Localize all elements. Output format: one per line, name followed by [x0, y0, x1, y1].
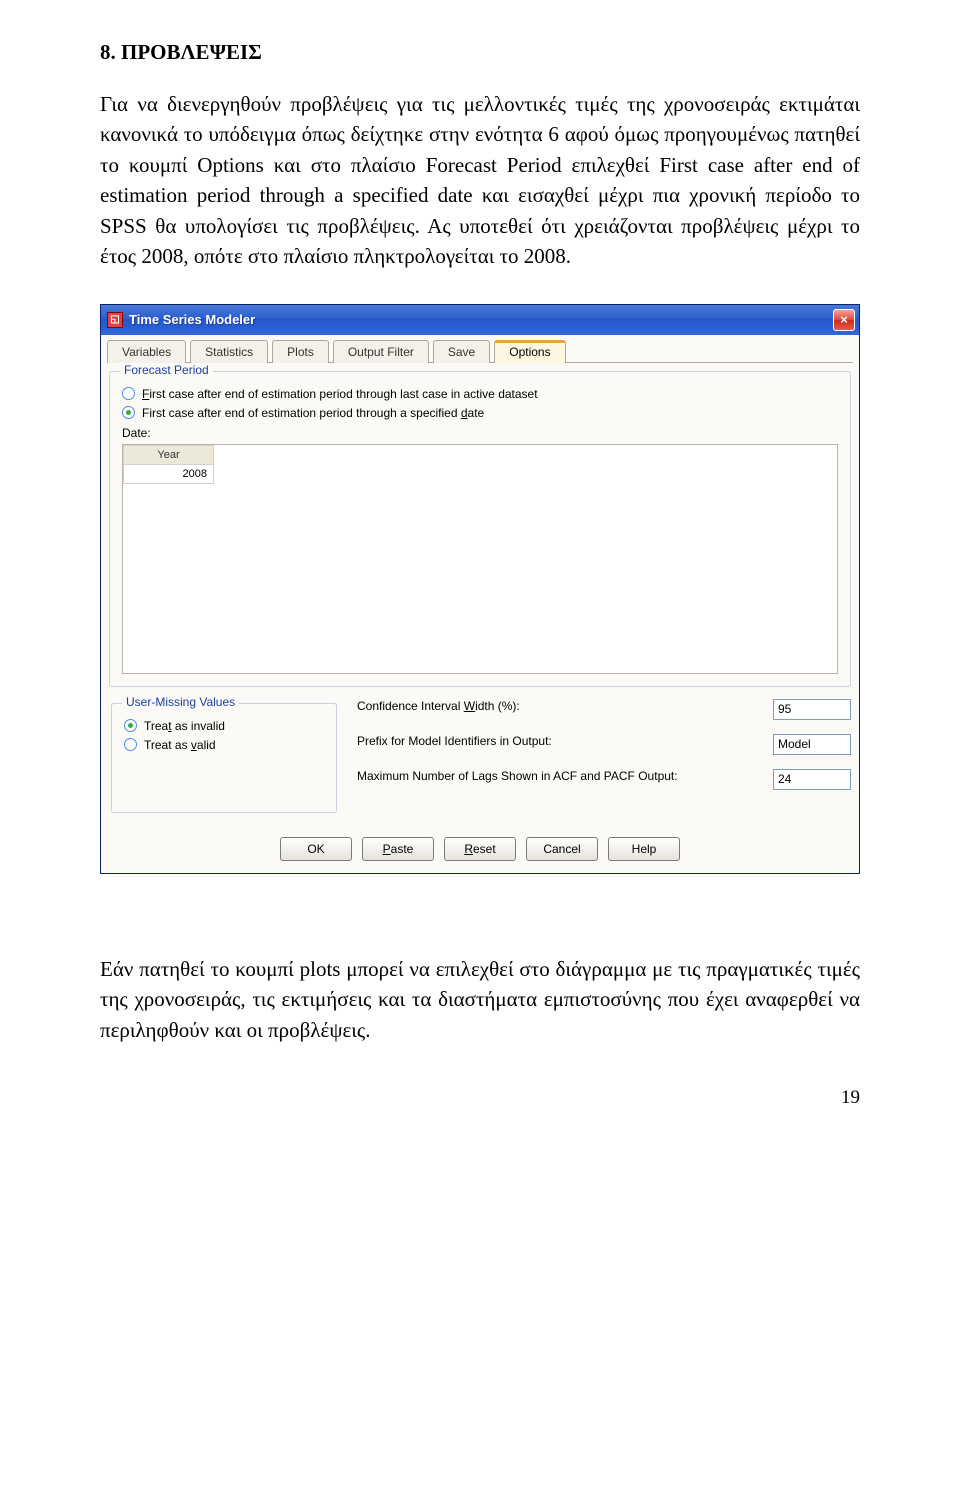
forecast-period-group: Forecast Period First case after end of … [109, 371, 851, 687]
page-number: 19 [0, 1077, 960, 1129]
cancel-button[interactable]: Cancel [526, 837, 598, 861]
dialog-window: ◱ Time Series Modeler × Variables Statis… [100, 304, 860, 874]
date-label: Date: [122, 426, 838, 440]
forecast-opt-last-case[interactable]: First case after end of estimation perio… [122, 387, 838, 401]
ci-width-label: Confidence Interval Width (%): [357, 699, 773, 715]
prefix-label: Prefix for Model Identifiers in Output: [357, 734, 773, 750]
titlebar[interactable]: ◱ Time Series Modeler × [101, 305, 859, 335]
tab-output-filter[interactable]: Output Filter [333, 340, 429, 363]
forecast-period-legend: Forecast Period [120, 363, 213, 377]
tab-save[interactable]: Save [433, 340, 490, 363]
tab-options[interactable]: Options [494, 340, 565, 363]
tab-statistics[interactable]: Statistics [190, 340, 268, 363]
paragraph-2: Εάν πατηθεί το κουμπί plots μπορεί να επ… [100, 954, 860, 1045]
ok-button[interactable]: OK [280, 837, 352, 861]
tab-strip: Variables Statistics Plots Output Filter… [107, 339, 853, 363]
window-title: Time Series Modeler [129, 312, 833, 327]
radio-label: Treat as invalid [144, 719, 225, 733]
prefix-input[interactable] [773, 734, 851, 755]
missing-opt-valid[interactable]: Treat as valid [124, 738, 324, 752]
section-heading: 8. ΠΡΟΒΛΕΨΕΙΣ [100, 40, 860, 65]
reset-button[interactable]: Reset [444, 837, 516, 861]
radio-label: Treat as valid [144, 738, 216, 752]
max-lags-input[interactable] [773, 769, 851, 790]
radio-label: First case after end of estimation perio… [142, 387, 538, 401]
date-grid[interactable]: Year 2008 [122, 444, 838, 674]
tab-variables[interactable]: Variables [107, 340, 186, 363]
year-column-header: Year [124, 445, 214, 464]
user-missing-legend: User-Missing Values [122, 695, 239, 709]
year-cell[interactable]: 2008 [124, 464, 214, 483]
ci-width-input[interactable] [773, 699, 851, 720]
user-missing-group: User-Missing Values Treat as invalid Tre… [111, 703, 337, 813]
paragraph-1: Για να διενεργηθούν προβλέψεις για τις μ… [100, 89, 860, 272]
radio-label: First case after end of estimation perio… [142, 406, 484, 420]
app-icon: ◱ [107, 312, 123, 328]
radio-icon [122, 406, 135, 419]
paste-button[interactable]: Paste [362, 837, 434, 861]
forecast-opt-specified-date[interactable]: First case after end of estimation perio… [122, 406, 838, 420]
missing-opt-invalid[interactable]: Treat as invalid [124, 719, 324, 733]
tab-plots[interactable]: Plots [272, 340, 329, 363]
max-lags-label: Maximum Number of Lags Shown in ACF and … [357, 769, 773, 785]
help-button[interactable]: Help [608, 837, 680, 861]
close-icon[interactable]: × [833, 309, 855, 331]
radio-icon [124, 738, 137, 751]
radio-icon [124, 719, 137, 732]
radio-icon [122, 387, 135, 400]
dialog-button-row: OK Paste Reset Cancel Help [107, 827, 853, 865]
